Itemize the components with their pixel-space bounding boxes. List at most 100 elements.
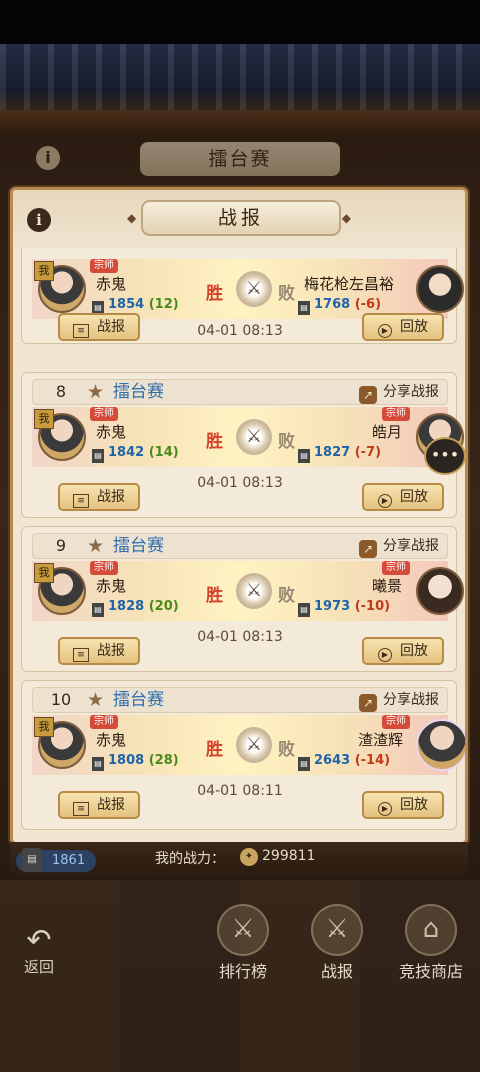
opponent-name: 曦景 (372, 577, 403, 595)
match-time: 04-01 08:13 (197, 475, 283, 491)
roof-decoration (0, 44, 480, 110)
opponent-name: 皓月 (372, 423, 403, 441)
rating-icon: ▤ (92, 757, 104, 771)
shop-label: 竞技商店 (398, 962, 463, 981)
match-band: 我 宗师 赤鬼 ▤ 1854 (12) 胜 ⚔ 败 梅花枪左昌裕 ▤ 1768 (-… (32, 259, 464, 319)
replay-button[interactable]: ▶ 回放 (362, 483, 444, 511)
reports-button[interactable]: ⚔ 战报 (302, 904, 372, 982)
rank-badge: 宗师 (90, 259, 118, 273)
share-button[interactable]: ↗ 分享战报 (359, 688, 439, 712)
player-name: 赤鬼 (96, 577, 127, 595)
match-time: 04-01 08:13 (197, 323, 283, 339)
back-button[interactable]: ↶ 返回 (14, 926, 64, 977)
lose-label: 败 (278, 586, 295, 606)
report-card: 8 ★ 擂台赛 ↗ 分享战报 我 宗师 赤鬼 ▤ 1842 (14) 胜 ⚔ 败 宗… (21, 372, 464, 518)
report-list[interactable]: 我 宗师 赤鬼 ▤ 1854 (12) 胜 ⚔ 败 梅花枪左昌裕 ▤ 1768 (-… (13, 248, 465, 842)
opponent-rating: ▤ 1827 (-7) (298, 445, 381, 463)
leaderboard-icon: ⚔ (217, 904, 269, 956)
lose-label: 败 (278, 284, 295, 304)
star-icon: ★ (87, 689, 105, 711)
match-time: 04-01 08:13 (197, 629, 283, 645)
power-label: 我的战力： (155, 851, 225, 867)
replay-button[interactable]: ▶ 回放 (362, 791, 444, 819)
chat-bubble-icon[interactable]: ••• (424, 437, 466, 475)
power-value: 299811 (262, 848, 316, 864)
report-button[interactable]: ≡ 战报 (58, 637, 140, 665)
report-card: 10 ★ 擂台赛 ↗ 分享战报 我 宗师 赤鬼 ▤ 1808 (28) 胜 ⚔ 败 … (21, 680, 465, 830)
share-icon: ↗ (359, 540, 377, 558)
me-tag: 我 (34, 717, 54, 737)
match-band: 我 宗师 赤鬼 ▤ 1828 (20) 胜 ⚔ 败 宗师 曦景 ▤ 1973 (-1… (32, 561, 464, 621)
report-button[interactable]: ≡ 战报 (58, 483, 140, 511)
star-icon: ★ (87, 535, 105, 557)
shop-button[interactable]: ⌂ 竞技商店 (396, 904, 466, 982)
rank-badge: 宗师 (90, 407, 118, 421)
report-index: 8 (55, 382, 67, 401)
me-tag: 我 (34, 409, 54, 429)
report-card-header: 8 ★ 擂台赛 ↗ 分享战报 (32, 379, 448, 405)
opponent-avatar[interactable] (416, 567, 464, 615)
report-index: 9 (55, 536, 67, 555)
battle-report-panel: i 战报 我 宗师 赤鬼 ▤1854 (12) 胜 ⚔ 败 梅花枪左昌裕 ▤17… (10, 187, 468, 845)
opponent-name: 梅花枪左昌裕 (304, 275, 395, 293)
back-label: 返回 (23, 958, 54, 976)
rating-icon: ▤ (298, 603, 310, 617)
opponent-name: 渣渣辉 (358, 731, 404, 749)
share-button[interactable]: ↗ 分享战报 (359, 534, 439, 558)
rating-icon: ▤ (22, 848, 42, 872)
opponent-rating: ▤ 2643 (-14) (298, 753, 390, 771)
player-name: 赤鬼 (96, 423, 127, 441)
me-tag: 我 (34, 261, 54, 281)
list-icon: ≡ (73, 802, 89, 816)
replay-button[interactable]: ▶ 回放 (362, 313, 444, 341)
list-icon: ≡ (73, 494, 89, 508)
rating-icon: ▤ (298, 449, 310, 463)
lose-label: 败 (278, 432, 295, 452)
opponent-rating: ▤ 1973 (-10) (298, 599, 390, 617)
back-arrow-icon: ↶ (26, 923, 52, 958)
rating-icon: ▤ (92, 449, 104, 463)
match-mode: 擂台赛 (113, 536, 164, 556)
power-icon: ✦ (240, 848, 258, 866)
player-name: 赤鬼 (96, 275, 127, 293)
panel-header: i 战报 (13, 190, 465, 248)
win-label: 胜 (206, 740, 223, 760)
report-button[interactable]: ≡ 战报 (58, 313, 140, 341)
panel-title: 战报 (127, 200, 355, 236)
report-card: 我 宗师 赤鬼 ▤ 1854 (12) 胜 ⚔ 败 梅花枪左昌裕 ▤ 1768 (-… (21, 248, 464, 344)
leaderboard-button[interactable]: ⚔ 排行榜 (208, 904, 278, 982)
win-label: 胜 (206, 586, 223, 606)
rating-icon: ▤ (92, 603, 104, 617)
share-button[interactable]: ↗ 分享战报 (359, 380, 439, 404)
vs-icon: ⚔ (236, 573, 272, 609)
player-name: 赤鬼 (96, 731, 127, 749)
rank-badge: 宗师 (90, 561, 118, 575)
outer-title: 擂台赛 (140, 142, 340, 176)
match-time: 04-01 08:11 (197, 783, 283, 799)
report-card: 9 ★ 擂台赛 ↗ 分享战报 我 宗师 赤鬼 ▤ 1828 (20) 胜 ⚔ 败 宗… (21, 526, 464, 672)
report-button[interactable]: ≡ 战报 (58, 791, 140, 819)
info-icon[interactable]: i (27, 208, 51, 232)
play-icon: ▶ (378, 324, 392, 338)
opponent-avatar[interactable] (416, 265, 464, 313)
vs-icon: ⚔ (236, 419, 272, 455)
report-index: 10 (50, 690, 72, 709)
reports-icon: ⚔ (311, 904, 363, 956)
win-label: 胜 (206, 432, 223, 452)
lose-label: 败 (278, 740, 295, 760)
list-icon: ≡ (73, 648, 89, 662)
play-icon: ▶ (378, 648, 392, 662)
match-mode: 擂台赛 (113, 690, 164, 710)
opponent-rank-badge: 宗师 (382, 407, 410, 421)
match-mode: 擂台赛 (113, 382, 164, 402)
list-icon: ≡ (73, 324, 89, 338)
vs-icon: ⚔ (236, 271, 272, 307)
replay-button[interactable]: ▶ 回放 (362, 637, 444, 665)
outer-info-icon: i (36, 146, 60, 170)
me-tag: 我 (34, 563, 54, 583)
star-icon: ★ (87, 381, 105, 403)
opponent-avatar[interactable] (416, 719, 465, 771)
rank-badge: 宗师 (90, 715, 118, 729)
opponent-rank-badge: 宗师 (382, 715, 410, 729)
match-band: 我 宗师 赤鬼 ▤ 1808 (28) 胜 ⚔ 败 宗师 渣渣辉 ▤ 2643 (-… (32, 715, 465, 775)
